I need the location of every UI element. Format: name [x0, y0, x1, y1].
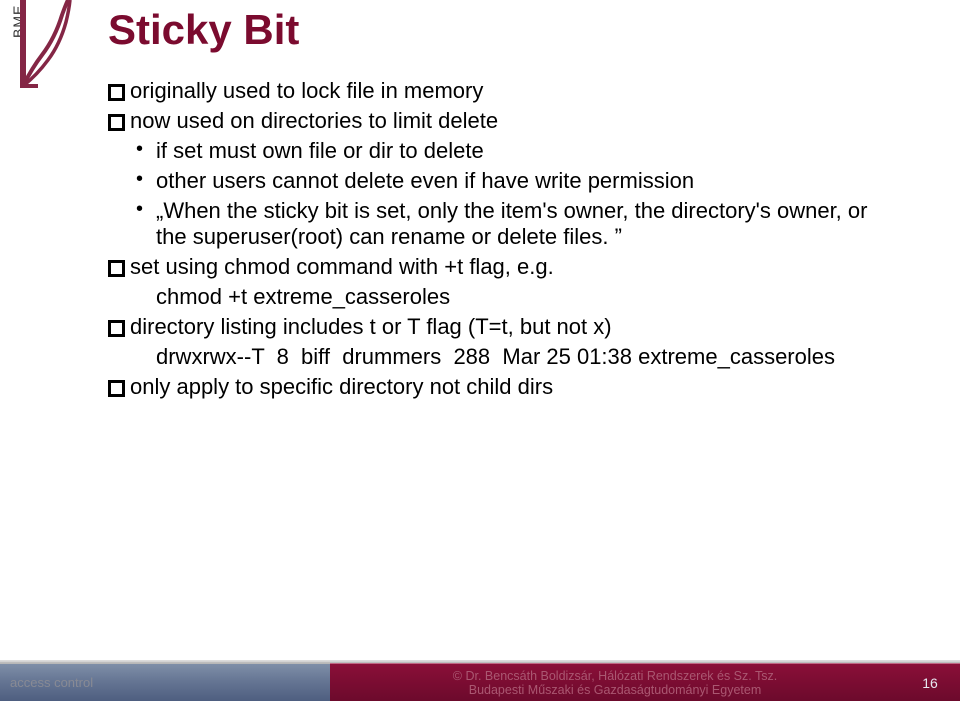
bullet-level-2: if set must own file or dir to delete [108, 138, 898, 164]
bullet-level-2: other users cannot delete even if have w… [108, 168, 898, 194]
bullet-level-2-quote: „When the sticky bit is set, only the it… [108, 198, 898, 250]
footer-copyright-line: © Dr. Bencsáth Boldizsár, Hálózati Rends… [453, 669, 777, 683]
footer-page-number: 16 [900, 663, 960, 701]
bullet-text: originally used to lock file in memory [130, 78, 483, 103]
slide-footer: access control © Dr. Bencsáth Boldizsár,… [0, 660, 960, 701]
code-line: chmod +t extreme_casseroles [108, 284, 898, 310]
bullet-level-1: originally used to lock file in memory [108, 78, 898, 104]
bullet-text: other users cannot delete even if have w… [156, 168, 694, 193]
bullet-text: now used on directories to limit delete [130, 108, 498, 133]
footer-bar: access control © Dr. Bencsáth Boldizsár,… [0, 663, 960, 701]
bullet-level-1: directory listing includes t or T flag (… [108, 314, 898, 340]
institution-logo: BME [0, 0, 80, 120]
slide-body: originally used to lock file in memory n… [108, 78, 898, 403]
bullet-level-1: only apply to specific directory not chi… [108, 374, 898, 400]
bullet-text: directory listing includes t or T flag (… [130, 314, 612, 339]
bullet-level-1: set using chmod command with +t flag, e.… [108, 254, 898, 280]
bullet-text: if set must own file or dir to delete [156, 138, 484, 163]
bullet-text: „When the sticky bit is set, only the it… [156, 198, 867, 249]
footer-center: © Dr. Bencsáth Boldizsár, Hálózati Rends… [330, 663, 900, 701]
footer-left: access control [0, 663, 330, 701]
slide-title: Sticky Bit [108, 6, 299, 54]
bullet-text: only apply to specific directory not chi… [130, 374, 553, 399]
footer-institution-line: Budapesti Műszaki és Gazdaságtudományi E… [469, 683, 762, 697]
bullet-level-1: now used on directories to limit delete [108, 108, 898, 134]
bullet-text: set using chmod command with +t flag, e.… [130, 254, 554, 279]
slide: BME Sticky Bit originally used to lock f… [0, 0, 960, 701]
code-line: drwxrwx--T 8 biff drummers 288 Mar 25 01… [108, 344, 898, 370]
logo-graphic-icon [20, 0, 80, 120]
